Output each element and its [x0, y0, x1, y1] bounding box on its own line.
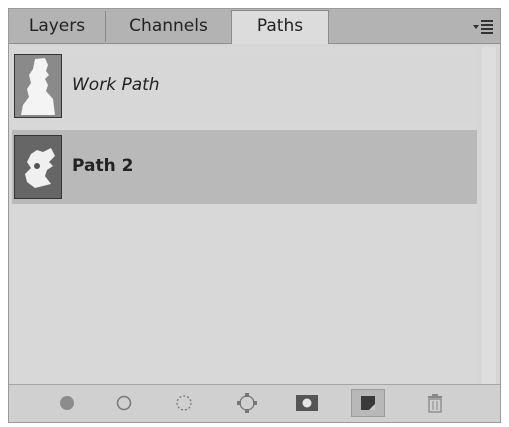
path-name: Path 2 — [72, 156, 134, 176]
create-new-path-icon[interactable] — [351, 389, 385, 417]
scrollbar[interactable] — [482, 47, 496, 385]
tab-layers[interactable]: Layers — [9, 11, 106, 42]
paths-panel: Layers Channels Paths Work Path Path 2 — [8, 8, 501, 423]
path-row-work-path[interactable]: Work Path — [12, 49, 477, 123]
fill-path-icon[interactable] — [55, 391, 79, 415]
delete-path-icon[interactable] — [423, 391, 447, 415]
stroke-path-icon[interactable] — [112, 391, 136, 415]
path-name: Work Path — [72, 75, 160, 95]
make-work-path-icon[interactable] — [235, 391, 259, 415]
load-path-as-selection-icon[interactable] — [172, 391, 196, 415]
tab-channels[interactable]: Channels — [106, 11, 232, 42]
panel-footer-toolbar — [9, 384, 500, 422]
add-mask-icon[interactable] — [295, 391, 319, 415]
path-row-path-2[interactable]: Path 2 — [12, 130, 477, 204]
panel-tab-bar: Layers Channels Paths — [9, 9, 500, 44]
panel-menu-icon[interactable] — [472, 16, 494, 36]
paths-list: Work Path Path 2 — [12, 47, 477, 385]
path-thumbnail-icon — [14, 135, 62, 199]
tab-paths[interactable]: Paths — [231, 10, 329, 44]
path-thumbnail-icon — [14, 54, 62, 118]
